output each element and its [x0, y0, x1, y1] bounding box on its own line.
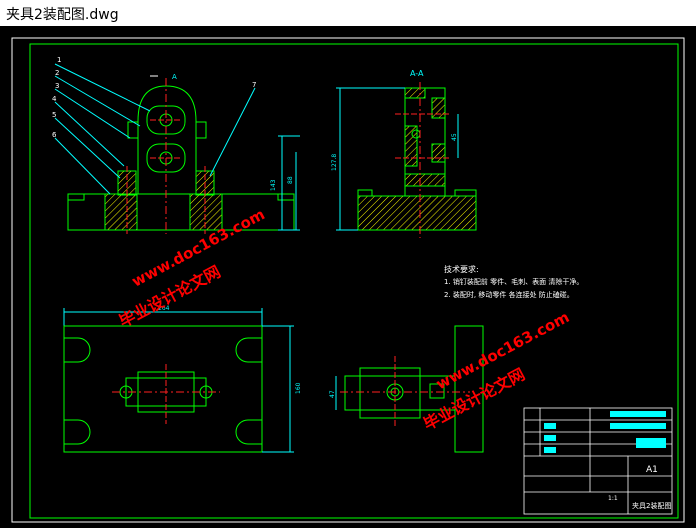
dim-front-b: 88	[287, 176, 294, 184]
part-callouts: 1 2 3 4 5 6 7	[52, 56, 256, 139]
drawing-ratio: 1:1	[608, 495, 618, 502]
tech-item-1: 1. 销钉装配前 零件、毛刺、表面 清除干净。	[444, 277, 583, 286]
plan-view: 264 160	[63, 305, 302, 453]
cad-drawing: A 1 2 3 4 5 6 7 143 88 A-A 127.8 45 264 …	[11, 37, 685, 523]
dim-right-small: 47	[329, 390, 336, 398]
tech-item-2: 2. 装配时, 移动零件 各连接处 防止磕碰。	[444, 290, 574, 299]
watermark-2: 毕业设计论文网 www.doc163.com	[420, 308, 572, 434]
tech-requirements: 技术要求: 1. 销钉装配前 零件、毛刺、表面 清除干净。 2. 装配时, 移动…	[444, 264, 583, 299]
dim-side-height: 127.8	[331, 154, 338, 171]
callout-3: 3	[55, 82, 59, 90]
right-view: 47	[329, 325, 484, 453]
window-titlebar: 夹具2装配图.dwg	[0, 0, 696, 26]
side-section-view: A-A 127.8 45	[331, 69, 477, 238]
callout-4: 4	[52, 95, 57, 103]
callout-2: 2	[55, 69, 59, 77]
dim-plan-height: 160	[295, 382, 302, 394]
dim-front-a: 143	[270, 179, 277, 191]
drawing-canvas[interactable]: A 1 2 3 4 5 6 7 143 88 A-A 127.8 45 264 …	[0, 26, 696, 528]
window-title: 夹具2装配图.dwg	[6, 7, 119, 23]
dim-side-small: 45	[451, 133, 458, 141]
sheet-size: A1	[646, 465, 658, 475]
callout-6: 6	[52, 131, 57, 139]
callout-1: 1	[57, 56, 61, 64]
callout-5: 5	[52, 111, 56, 119]
title-block	[523, 407, 673, 515]
front-dimensions: 143 88	[270, 135, 300, 231]
drawing-name: 夹具2装配图	[632, 501, 671, 510]
callout-7: 7	[252, 81, 256, 89]
section-view-label: A-A	[410, 69, 424, 78]
tech-heading: 技术要求:	[444, 264, 479, 274]
part-leaders	[54, 63, 256, 195]
section-label-top: A	[172, 73, 177, 81]
